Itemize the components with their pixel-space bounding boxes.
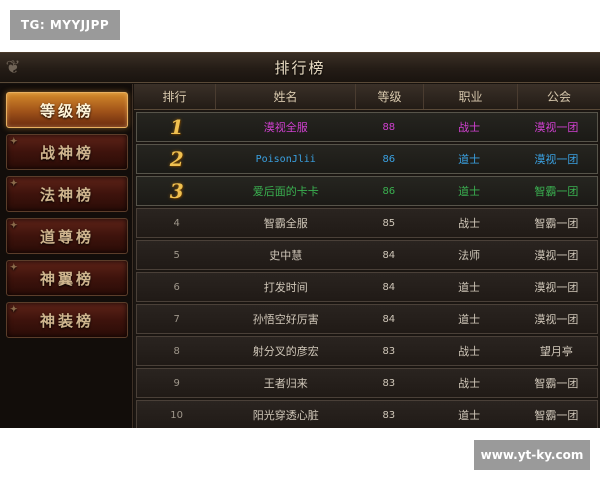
guild-cell: 智霸一团 xyxy=(534,377,579,390)
ornament-icon: ✦ xyxy=(10,263,18,273)
class-cell: 道士 xyxy=(458,153,481,166)
rank-cell: 9 xyxy=(173,377,180,389)
player-name-cell: PoisonJlii xyxy=(255,153,316,165)
header-guild: 公会 xyxy=(546,90,571,104)
guild-cell: 漠视一团 xyxy=(534,249,579,262)
header-class: 职业 xyxy=(424,84,518,109)
rank-cell: 5 xyxy=(173,249,180,261)
table-row[interactable]: 7 孙悟空好厉害 84 道士 漠视一团 xyxy=(136,304,598,334)
rank-cell: 2 xyxy=(169,147,184,171)
leaderboard-window: ❦ 排行榜 等级榜 ✦ 战神榜 ✦ 法神榜 ✦ 道尊榜 ✦ 神翼榜 ✦ 神装榜 … xyxy=(0,52,600,428)
tab-level-ranking[interactable]: 等级榜 xyxy=(6,92,128,128)
guild-cell: 漠视一团 xyxy=(534,313,579,326)
table-row[interactable]: 8 射分叉的彦宏 83 战士 望月亭 xyxy=(136,336,598,366)
table-body: 1 漠视全服 88 战士 漠视一团 2 PoisonJlii 86 道士 漠视一团 3 爱后面的卡卡 8… xyxy=(134,112,600,428)
guild-cell: 漠视一团 xyxy=(534,281,579,294)
table-row[interactable]: 6 打发时间 84 道士 漠视一团 xyxy=(136,272,598,302)
table-header: 排行 姓名 等级 职业 公会 xyxy=(134,84,600,110)
watermark-top-left: TG: MYYJJPP xyxy=(10,10,120,40)
guild-cell: 智霸一团 xyxy=(534,409,579,422)
level-cell: 86 xyxy=(382,185,396,197)
level-cell: 83 xyxy=(382,345,396,357)
guild-cell: 智霸一团 xyxy=(534,217,579,230)
ranking-category-sidebar: 等级榜 ✦ 战神榜 ✦ 法神榜 ✦ 道尊榜 ✦ 神翼榜 ✦ 神装榜 xyxy=(0,84,133,428)
level-cell: 86 xyxy=(382,153,396,165)
player-name-cell: 打发时间 xyxy=(263,281,308,294)
tab-taoist-ranking[interactable]: ✦ 道尊榜 xyxy=(6,218,128,254)
class-cell: 战士 xyxy=(458,217,481,230)
table-row[interactable]: 5 史中慧 84 法师 漠视一团 xyxy=(136,240,598,270)
title-bar: ❦ 排行榜 xyxy=(0,53,600,83)
tab-label: 道尊榜 xyxy=(39,227,94,246)
tab-label: 等级榜 xyxy=(39,101,94,120)
guild-cell: 望月亭 xyxy=(539,345,573,358)
player-name-cell: 射分叉的彦宏 xyxy=(252,345,319,358)
player-name-cell: 漠视全服 xyxy=(263,121,308,134)
ornament-icon: ✦ xyxy=(10,179,18,189)
class-cell: 战士 xyxy=(458,345,481,358)
class-cell: 道士 xyxy=(458,185,481,198)
class-cell: 道士 xyxy=(458,409,481,422)
rank-cell: 6 xyxy=(173,281,180,293)
class-cell: 道士 xyxy=(458,281,481,294)
table-row[interactable]: 2 PoisonJlii 86 道士 漠视一团 xyxy=(136,144,598,174)
tab-wings-ranking[interactable]: ✦ 神翼榜 xyxy=(6,260,128,296)
level-cell: 85 xyxy=(382,217,396,229)
tab-label: 战神榜 xyxy=(39,143,94,162)
rank-cell: 8 xyxy=(173,345,180,357)
player-name-cell: 孙悟空好厉害 xyxy=(252,313,319,326)
class-cell: 战士 xyxy=(458,377,481,390)
player-name-cell: 智霸全服 xyxy=(263,217,308,230)
table-row[interactable]: 4 智霸全服 85 战士 智霸一团 xyxy=(136,208,598,238)
ranking-table: 排行 姓名 等级 职业 公会 1 漠视全服 88 战士 漠视一团 2 PoisonJlii 8… xyxy=(134,84,600,428)
class-cell: 战士 xyxy=(458,121,481,134)
level-cell: 84 xyxy=(382,313,396,325)
class-cell: 法师 xyxy=(458,249,481,262)
level-cell: 83 xyxy=(382,377,396,389)
ornament-icon: ✦ xyxy=(10,221,18,231)
rank-cell: 7 xyxy=(173,313,180,325)
rank-cell: 3 xyxy=(169,179,184,203)
watermark-bottom-right: www.yt-ky.com xyxy=(474,440,590,470)
table-row[interactable]: 10 阳光穿透心脏 83 道士 智霸一团 xyxy=(136,400,598,428)
tab-label: 神装榜 xyxy=(39,311,94,330)
tab-label: 法神榜 xyxy=(39,185,94,204)
player-name-cell: 阳光穿透心脏 xyxy=(252,409,319,422)
tab-label: 神翼榜 xyxy=(39,269,94,288)
level-cell: 83 xyxy=(382,409,396,421)
header-rank: 排行 xyxy=(134,84,216,109)
guild-cell: 漠视一团 xyxy=(534,153,579,166)
rank-cell: 10 xyxy=(170,409,184,421)
table-row[interactable]: 1 漠视全服 88 战士 漠视一团 xyxy=(136,112,598,142)
window-title: 排行榜 xyxy=(274,59,326,77)
table-row[interactable]: 3 爱后面的卡卡 86 道士 智霸一团 xyxy=(136,176,598,206)
level-cell: 84 xyxy=(382,281,396,293)
player-name-cell: 史中慧 xyxy=(269,249,303,262)
tab-warrior-ranking[interactable]: ✦ 战神榜 xyxy=(6,134,128,170)
player-name-cell: 爱后面的卡卡 xyxy=(252,185,319,198)
guild-cell: 漠视一团 xyxy=(534,121,579,134)
rank-cell: 4 xyxy=(173,217,180,229)
player-name-cell: 王者归来 xyxy=(263,377,308,390)
header-name: 姓名 xyxy=(216,84,356,109)
table-row[interactable]: 9 王者归来 83 战士 智霸一团 xyxy=(136,368,598,398)
ornament-icon: ✦ xyxy=(10,137,18,147)
level-cell: 84 xyxy=(382,249,396,261)
tab-equipment-ranking[interactable]: ✦ 神装榜 xyxy=(6,302,128,338)
corner-ornament-icon: ❦ xyxy=(5,57,21,78)
guild-cell: 智霸一团 xyxy=(534,185,579,198)
class-cell: 道士 xyxy=(458,313,481,326)
rank-cell: 1 xyxy=(169,115,184,139)
header-level: 等级 xyxy=(356,84,424,109)
level-cell: 88 xyxy=(382,121,396,133)
ornament-icon: ✦ xyxy=(10,305,18,315)
tab-mage-ranking[interactable]: ✦ 法神榜 xyxy=(6,176,128,212)
